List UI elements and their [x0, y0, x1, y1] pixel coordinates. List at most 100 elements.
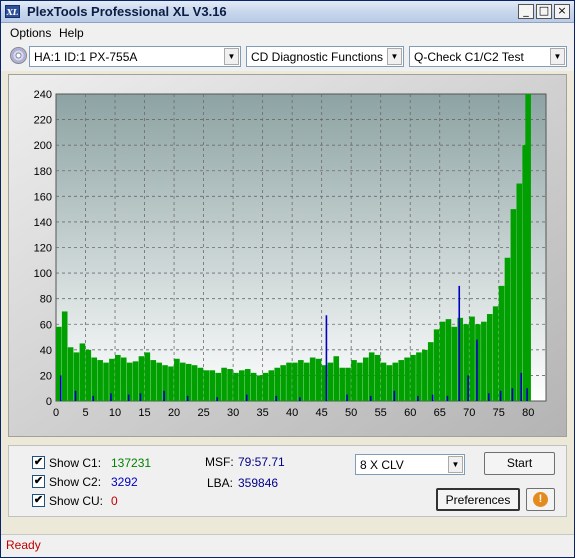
c1-bar: [79, 343, 86, 401]
c2-bar: [446, 395, 449, 401]
c1-bar: [221, 367, 227, 401]
c1-bar: [357, 362, 363, 401]
c1-bar: [404, 357, 410, 401]
c1-bar: [292, 362, 298, 401]
c1-bar: [91, 357, 98, 401]
msf-value: 79:57.71: [238, 455, 285, 469]
start-button[interactable]: Start: [484, 452, 555, 475]
c2-bar: [499, 390, 502, 401]
test-select[interactable]: Q-Check C1/C2 Test ▼: [409, 46, 567, 67]
c1-bar: [67, 347, 74, 401]
y-tick-label: 60: [40, 319, 52, 331]
c1-bar: [392, 362, 399, 401]
c2-bar: [245, 394, 248, 401]
x-tick-label: 5: [82, 407, 88, 419]
c1-bar: [439, 321, 446, 401]
c1-bar: [433, 329, 440, 401]
x-tick-label: 45: [316, 407, 328, 419]
c1-bar: [445, 319, 452, 401]
x-tick-label: 50: [345, 407, 357, 419]
c1-bar: [469, 316, 475, 401]
speed-select[interactable]: 8 X CLV ▼: [355, 454, 465, 475]
c1-bar: [492, 306, 499, 401]
c1-bar: [120, 357, 127, 401]
c2-bar: [520, 372, 523, 401]
c1-bar: [179, 362, 186, 401]
c1-bar: [309, 357, 316, 401]
c1-bar: [362, 357, 369, 401]
c2-bar: [487, 393, 490, 401]
c1-bar: [162, 365, 168, 401]
c1-bar: [286, 362, 292, 401]
c1-bar: [109, 358, 115, 401]
c1-bar: [416, 352, 422, 401]
menu-bar: Options Help: [1, 23, 574, 42]
c1-bar: [85, 349, 92, 401]
chevron-down-icon[interactable]: ▼: [448, 456, 463, 473]
c1-bar: [386, 365, 393, 401]
c2-bar: [163, 390, 165, 401]
c1-bar: [274, 367, 281, 401]
c1-bar: [203, 370, 210, 401]
x-tick-label: 10: [109, 407, 121, 419]
y-tick-label: 120: [34, 243, 52, 255]
c1-bar: [191, 365, 198, 401]
c1-bar: [144, 352, 151, 401]
y-tick-label: 220: [34, 115, 52, 127]
c2-bar: [127, 394, 130, 401]
speed-select-value: 8 X CLV: [360, 458, 404, 472]
function-select[interactable]: CD Diagnostic Functions ▼: [246, 46, 404, 67]
show-c2-checkbox[interactable]: ✔: [32, 475, 45, 488]
c2-bar: [110, 393, 112, 401]
menu-help[interactable]: Help: [59, 26, 84, 40]
c1-bar: [486, 314, 493, 401]
x-tick-label: 65: [434, 407, 446, 419]
c1-bar: [239, 370, 245, 401]
x-tick-label: 60: [404, 407, 416, 419]
c1-bar: [345, 367, 351, 401]
c2-bar: [59, 375, 62, 401]
c1-bar: [73, 352, 80, 401]
minimize-button[interactable]: _: [518, 4, 534, 19]
lba-label: LBA:: [207, 476, 234, 490]
c1-bar: [215, 372, 221, 401]
preferences-button[interactable]: Preferences: [436, 488, 520, 511]
c1-bar: [138, 356, 145, 401]
drive-select[interactable]: HA:1 ID:1 PX-755A ▼: [29, 46, 241, 67]
c1-bar: [280, 365, 286, 401]
chevron-down-icon[interactable]: ▼: [550, 48, 565, 65]
x-tick-label: 75: [493, 407, 505, 419]
c1-bar: [227, 369, 233, 401]
control-panel: ✔ Show C1: 137231 ✔ Show C2: 3292 ✔ Show…: [8, 445, 567, 517]
info-icon: !: [533, 492, 548, 507]
title-bar[interactable]: XL PlexTools Professional XL V3.16 _ □ ×: [1, 1, 574, 23]
c1-bar: [268, 370, 275, 401]
c2-bar: [92, 395, 95, 401]
msf-label: MSF:: [205, 455, 234, 469]
show-c1-label: Show C1:: [49, 456, 102, 470]
c1-bar: [298, 360, 304, 401]
c2-bar: [511, 388, 514, 401]
c1-bar: [197, 367, 204, 401]
cu-count: 0: [111, 494, 118, 508]
menu-options[interactable]: Options: [10, 26, 51, 40]
x-tick-label: 20: [168, 407, 180, 419]
c1-bar: [256, 375, 263, 401]
c2-bar: [325, 315, 328, 401]
show-c1-checkbox[interactable]: ✔: [32, 456, 45, 469]
app-window: XL PlexTools Professional XL V3.16 _ □ ×…: [0, 0, 575, 558]
c1-bar: [97, 360, 103, 401]
c1-bar: [525, 94, 531, 401]
c1-bar: [422, 349, 428, 401]
chevron-down-icon[interactable]: ▼: [224, 48, 239, 65]
c2-bar: [467, 375, 469, 401]
chevron-down-icon[interactable]: ▼: [387, 48, 402, 65]
close-button[interactable]: ×: [554, 4, 570, 19]
maximize-button[interactable]: □: [536, 4, 552, 19]
info-button[interactable]: !: [526, 488, 555, 511]
y-tick-label: 80: [40, 294, 52, 306]
function-select-value: CD Diagnostic Functions: [251, 50, 384, 64]
c1-c2-chart: 0 20 40 60 80 100 120 140 160 180 200 220 240 0 5 10 15 2…: [34, 89, 547, 419]
x-tick-label: 55: [375, 407, 387, 419]
show-cu-checkbox[interactable]: ✔: [32, 494, 45, 507]
